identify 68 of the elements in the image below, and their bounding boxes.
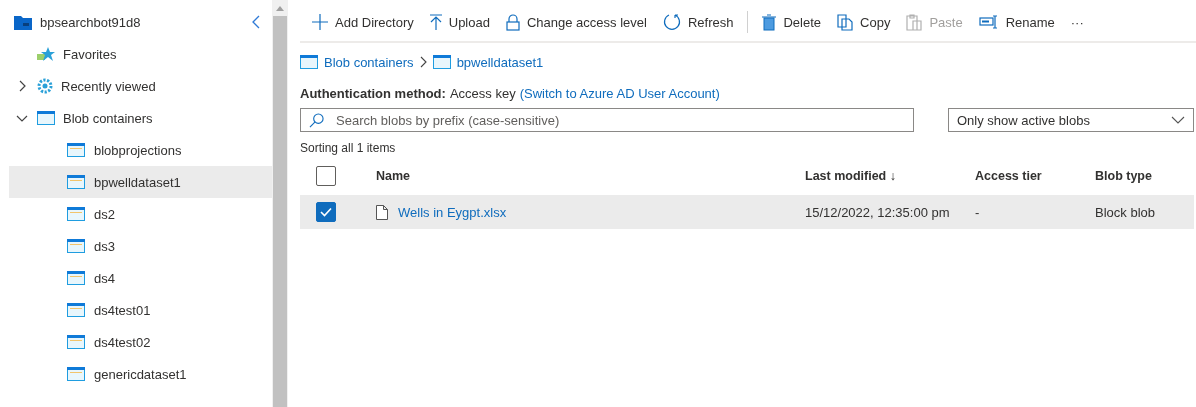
table-cell-text: 15/12/2022, 12:35:00 pm [805,204,951,220]
storage-account-icon [14,14,32,30]
breadcrumb-link[interactable]: bpwelldataset1 [456,54,544,70]
switch-account-link[interactable]: (Switch to Azure AD User Account) [519,86,720,101]
blob-name-link[interactable]: Wells in Eygpt.xlsx [398,204,507,220]
toolbar-button[interactable]: Refresh [654,9,742,35]
search-field[interactable]: Search blobs by prefix (case-sensitive) [300,108,914,132]
upload-arrow-icon [429,14,442,30]
container-icon [300,55,318,69]
lock-icon [505,13,520,31]
auth-value: Access key [449,86,516,101]
scrollbar-thumb[interactable] [273,16,287,407]
tree-item[interactable]: ds2 [9,198,272,230]
toolbar-button[interactable]: Change access level [497,9,655,35]
toolbar-button[interactable]: Delete [754,9,830,35]
container-icon [67,271,85,285]
row-checkbox[interactable] [316,202,336,222]
tree-item[interactable]: Favorites [63,46,117,62]
container-icon [432,55,451,69]
star-icon [37,46,55,62]
rename-icon [978,15,999,29]
toolbar-button[interactable]: Upload [421,10,498,34]
container-icon [67,303,85,317]
tree-item[interactable]: ds4test02 [9,326,272,358]
container-icon [67,143,85,157]
table-cell-text: - [975,204,981,220]
tree-item[interactable]: ds3 [9,230,272,262]
collapse-icon[interactable] [252,15,260,29]
search-icon [309,113,324,128]
tree-item[interactable]: Recently viewed [61,78,156,94]
more-button[interactable]: ··· [1062,10,1092,34]
toolbar-button[interactable]: Copy [829,9,899,35]
sort-info: Sorting all 1 items [300,141,397,155]
container-icon [37,111,55,125]
plus-icon [312,14,328,30]
table-cell-text: Block blob [1095,204,1156,220]
toolbar-button[interactable]: Rename [970,10,1063,34]
tree-item[interactable]: Blob containers [63,110,153,126]
toolbar-button[interactable]: Add Directory [304,10,422,34]
chevron-right-icon [419,56,427,68]
column-header[interactable]: Blob type [1095,169,1194,183]
gear-icon [37,78,53,94]
check-icon [320,207,332,217]
tree-item[interactable]: bpwelldataset1 [9,166,272,198]
clipboard-icon [906,13,923,31]
column-header[interactable]: Last modified ↓ [805,169,975,183]
file-icon [376,204,388,220]
trash-icon [762,13,777,31]
breadcrumb-link[interactable]: Blob containers [324,54,414,70]
tree-item[interactable]: ds4 [9,262,272,294]
container-icon [67,207,85,221]
column-header[interactable]: Name [376,169,805,183]
container-icon [67,175,85,189]
container-icon [67,335,85,349]
blob-filter-dropdown[interactable]: Only show active blobs [948,108,1194,132]
chevron-down-icon [1171,116,1185,124]
table-row[interactable]: Wells in Eygpt.xlsx 15/12/2022, 12:35:00 pm - Block blob [300,195,1194,229]
select-all-checkbox[interactable] [316,166,336,186]
copy-icon [837,13,854,31]
column-header[interactable]: Access tier [975,169,1095,183]
refresh-icon [662,13,681,31]
tree-item[interactable]: ds4test01 [9,294,272,326]
account-name[interactable]: bpsearchbot91d8 [40,14,244,30]
tree-item[interactable]: blobprojections [9,134,272,166]
auth-label: Authentication method: [300,86,446,101]
tree-item[interactable]: genericdataset1 [9,358,272,390]
container-icon [67,239,85,253]
container-icon [67,367,85,381]
